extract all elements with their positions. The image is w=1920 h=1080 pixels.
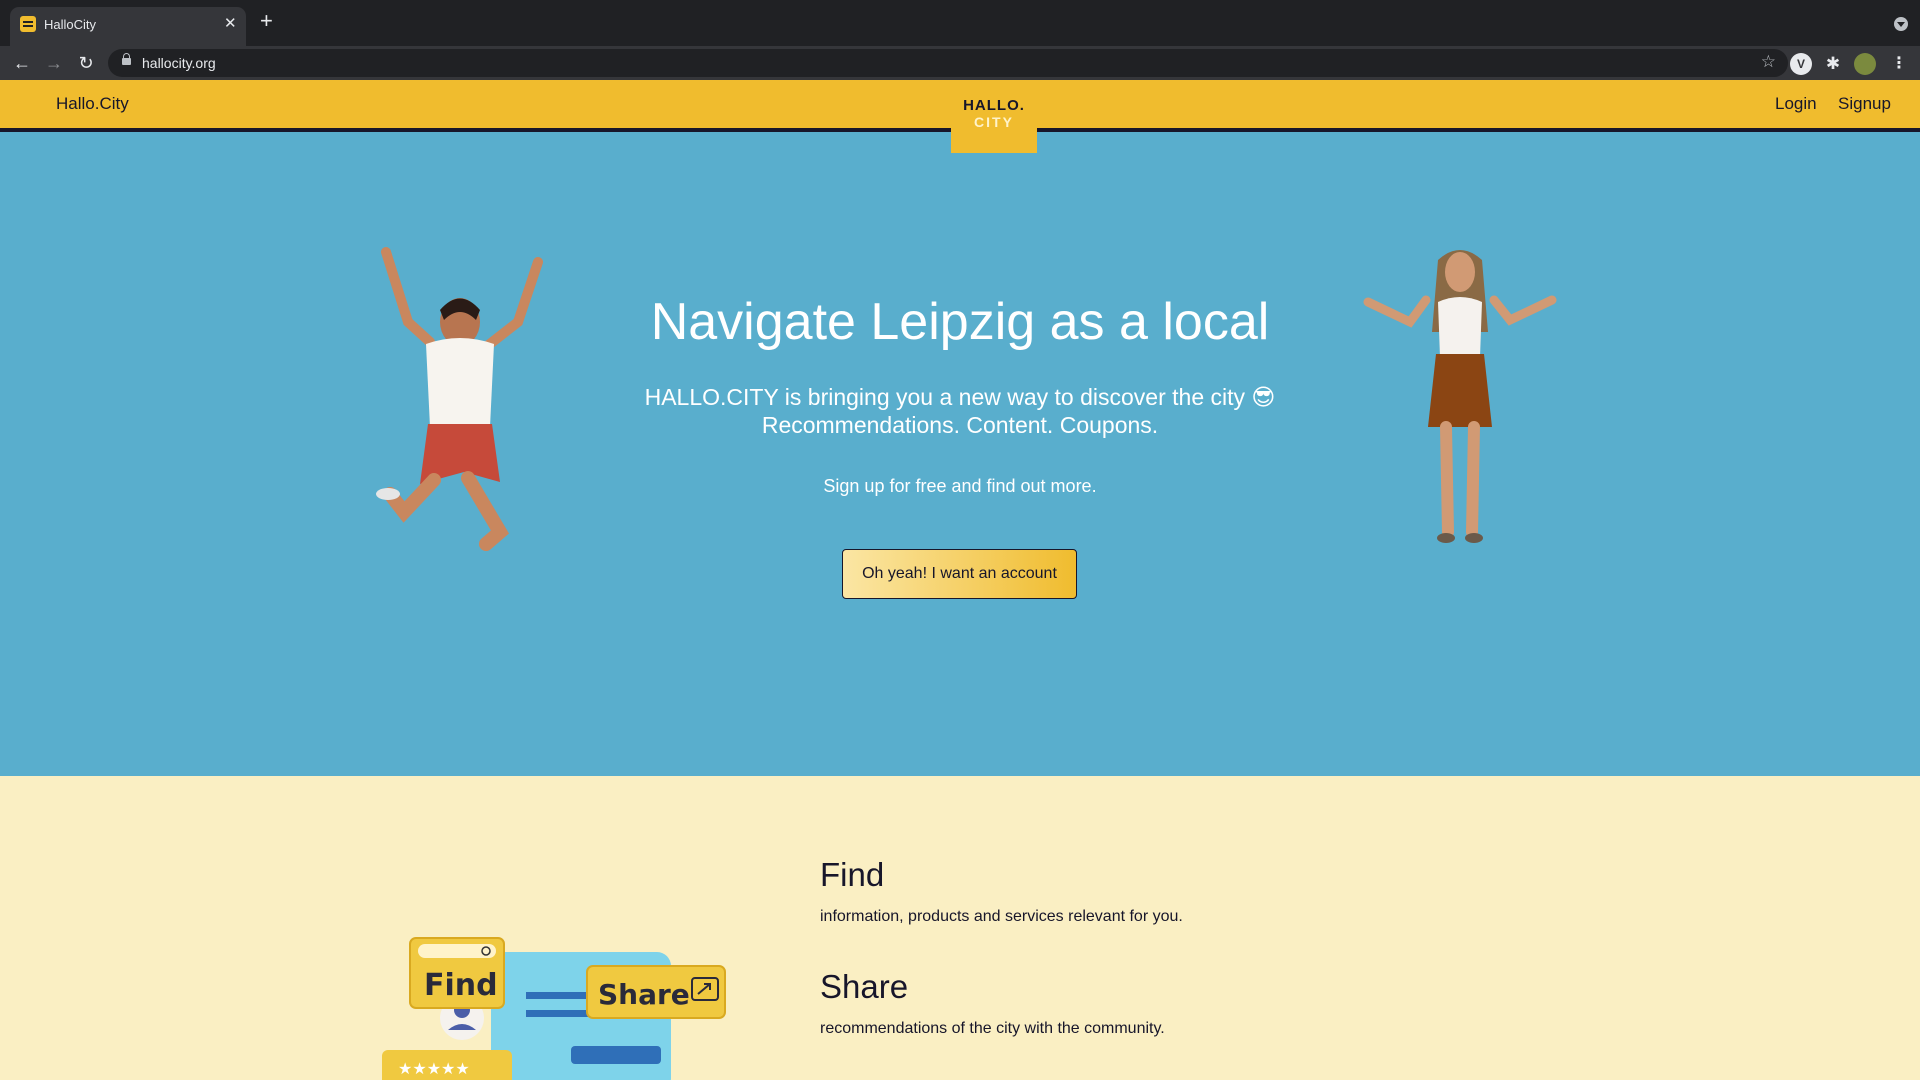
site-logo[interactable]: HALLO. CITY bbox=[951, 80, 1037, 153]
hero-subtitle: HALLO.CITY is bringing you a new way to … bbox=[644, 384, 1276, 410]
hero-tagline: Recommendations. Content. Coupons. bbox=[761, 412, 1159, 438]
signup-link[interactable]: Signup bbox=[1838, 94, 1891, 114]
hero-section: Navigate Leipzig as a local HALLO.CITY i… bbox=[0, 132, 1920, 776]
favicon-icon bbox=[20, 16, 36, 32]
new-tab-button[interactable]: + bbox=[260, 10, 273, 32]
profile-avatar[interactable] bbox=[1854, 53, 1876, 75]
illustration-share-label: Share bbox=[598, 978, 690, 1011]
illustration-find-label: Find bbox=[424, 968, 498, 1003]
find-description: information, products and services relev… bbox=[820, 908, 1183, 925]
logo-text-bottom: CITY bbox=[974, 114, 1014, 130]
url-text[interactable]: hallocity.org bbox=[142, 55, 216, 71]
back-icon[interactable]: ← bbox=[10, 51, 34, 75]
browser-tab-bar: HalloCity ✕ + bbox=[0, 0, 1920, 46]
login-link[interactable]: Login bbox=[1775, 94, 1817, 114]
puzzle-icon[interactable]: ✱ bbox=[1822, 53, 1844, 75]
create-account-button[interactable]: Oh yeah! I want an account bbox=[842, 549, 1077, 599]
browser-toolbar: ← → ↻ hallocity.org ☆ V ✱ ⋮ bbox=[0, 46, 1920, 80]
browser-tab[interactable]: HalloCity ✕ bbox=[10, 7, 246, 46]
find-share-rate-illustration: Find Share ★★★★★ bbox=[382, 937, 726, 1080]
menu-icon[interactable]: ⋮ bbox=[1888, 53, 1910, 75]
brand-link[interactable]: Hallo.City bbox=[56, 94, 129, 114]
svg-text:★★★★★: ★★★★★ bbox=[398, 1061, 470, 1078]
lock-icon[interactable] bbox=[122, 53, 131, 65]
extension-v-icon[interactable]: V bbox=[1790, 53, 1812, 75]
tab-search-icon[interactable] bbox=[1894, 17, 1908, 31]
find-heading: Find bbox=[820, 856, 885, 893]
share-heading: Share bbox=[820, 968, 909, 1005]
logo-text-top: HALLO. bbox=[963, 97, 1025, 114]
share-description: recommendations of the city with the com… bbox=[820, 1020, 1165, 1037]
forward-icon[interactable]: → bbox=[42, 51, 66, 75]
reload-icon[interactable]: ↻ bbox=[74, 51, 98, 75]
hero-signup-text: Sign up for free and find out more. bbox=[823, 476, 1097, 496]
tab-close-icon[interactable]: ✕ bbox=[224, 15, 237, 33]
address-bar[interactable]: hallocity.org ☆ bbox=[108, 49, 1788, 77]
tab-title: HalloCity bbox=[44, 17, 97, 32]
hero-title: Navigate Leipzig as a local bbox=[650, 293, 1270, 351]
star-icon[interactable]: ☆ bbox=[1761, 52, 1776, 72]
